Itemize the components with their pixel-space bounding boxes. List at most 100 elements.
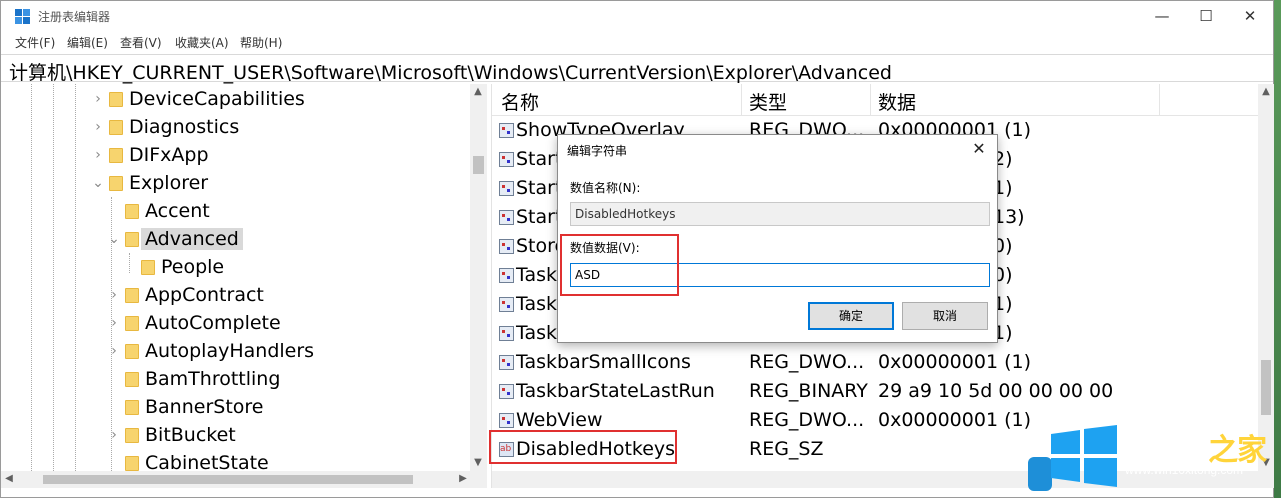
desktop-background — [1274, 0, 1281, 498]
dword-value-icon — [499, 181, 514, 196]
expand-chevron-icon[interactable] — [107, 393, 121, 421]
menu-help[interactable]: 帮助(H) — [237, 34, 285, 51]
folder-icon — [125, 372, 139, 387]
tree-item-devicecapabilities[interactable]: › DeviceCapabilities — [91, 85, 461, 113]
tree-item-accent[interactable]: Accent — [107, 197, 457, 225]
column-name-header[interactable]: 名称 — [501, 88, 539, 115]
maximize-button[interactable]: ☐ — [1183, 1, 1229, 32]
expand-chevron-icon[interactable] — [123, 253, 137, 281]
value-row[interactable]: TaskbarSmallIcons REG_DWO... 0x00000001 … — [492, 348, 1258, 377]
address-path[interactable]: 计算机\HKEY_CURRENT_USER\Software\Microsoft… — [9, 58, 892, 85]
tree-item-bannerstore[interactable]: BannerStore — [107, 393, 457, 421]
dword-value-icon — [499, 268, 514, 283]
minimize-button[interactable]: — — [1139, 1, 1185, 32]
value-data: 0x00000001 (1) — [878, 409, 1031, 431]
expand-chevron-icon[interactable]: › — [91, 85, 105, 113]
value-name: Start — [516, 177, 563, 199]
tree-item-bamthrottling[interactable]: BamThrottling — [107, 365, 457, 393]
value-name: TaskbarStateLastRun — [516, 380, 715, 402]
dword-value-icon — [499, 326, 514, 341]
folder-icon — [125, 288, 139, 303]
expand-chevron-icon[interactable]: › — [107, 281, 121, 309]
scroll-up-arrow-icon[interactable]: ▲ — [1258, 84, 1274, 100]
scroll-up-arrow-icon[interactable]: ▲ — [470, 84, 486, 100]
close-button[interactable]: ✕ — [1227, 1, 1273, 32]
dword-value-icon — [499, 297, 514, 312]
address-bar[interactable]: 计算机\HKEY_CURRENT_USER\Software\Microsoft… — [1, 54, 1273, 85]
tree-item-label: AutoplayHandlers — [145, 340, 315, 362]
expand-chevron-icon[interactable]: › — [91, 113, 105, 141]
title-bar[interactable]: 注册表编辑器 — ☐ ✕ — [1, 1, 1273, 32]
value-name-field[interactable] — [570, 202, 990, 226]
window-title: 注册表编辑器 — [38, 10, 111, 24]
highlight-box-value-name — [489, 430, 677, 464]
dialog-title: 编辑字符串 — [567, 144, 628, 158]
value-row[interactable]: TaskbarStateLastRun REG_BINARY 29 a9 10 … — [492, 377, 1258, 406]
ok-button[interactable]: 确定 — [808, 302, 894, 330]
tree-scroll-thumb[interactable] — [473, 156, 484, 174]
menu-file[interactable]: 文件(F) — [12, 34, 58, 51]
folder-icon — [125, 204, 139, 219]
tree-item-label: People — [161, 256, 225, 278]
tree-hscroll-thumb[interactable] — [43, 475, 413, 484]
folder-icon — [141, 260, 155, 275]
expand-chevron-icon[interactable] — [107, 449, 121, 471]
scroll-down-arrow-icon[interactable]: ▼ — [470, 455, 486, 471]
tree-item-cabinetstate[interactable]: CabinetState — [107, 449, 457, 471]
tree-horizontal-scrollbar[interactable]: ◀ ▶ — [1, 471, 487, 488]
tree-item-advanced[interactable]: ⌄ Advanced — [107, 225, 457, 253]
expand-chevron-icon[interactable]: › — [107, 421, 121, 449]
tree-item-label: Explorer — [129, 172, 209, 194]
tree-item-autocomplete[interactable]: › AutoComplete — [107, 309, 457, 337]
column-data-header[interactable]: 数据 — [878, 88, 916, 115]
folder-icon — [109, 92, 123, 107]
folder-icon — [109, 148, 123, 163]
tree-item-appcontract[interactable]: › AppContract — [107, 281, 457, 309]
dword-value-icon — [499, 123, 514, 138]
tree-vertical-scrollbar[interactable]: ▲ ▼ — [470, 84, 487, 471]
tree-item-explorer[interactable]: ⌄ Explorer — [91, 169, 461, 197]
values-scroll-thumb[interactable] — [1261, 360, 1271, 415]
collapse-chevron-icon[interactable]: ⌄ — [91, 169, 105, 197]
value-type: REG_DWO... — [749, 351, 865, 373]
value-name: Start — [516, 148, 563, 170]
tree-item-autoplayhandlers[interactable]: › AutoplayHandlers — [107, 337, 457, 365]
tree-item-label: DeviceCapabilities — [129, 88, 305, 110]
folder-icon — [109, 176, 123, 191]
folder-icon — [125, 316, 139, 331]
tree-item-bitbucket[interactable]: › BitBucket — [107, 421, 457, 449]
screen: 注册表编辑器 — ☐ ✕ 文件(F) 编辑(E) 查看(V) 收藏夹(A) 帮助… — [0, 0, 1281, 498]
tree-item-difxapp[interactable]: › DIFxApp — [91, 141, 461, 169]
expand-chevron-icon[interactable]: › — [107, 309, 121, 337]
tree-item-diagnostics[interactable]: › Diagnostics — [91, 113, 461, 141]
scroll-right-arrow-icon[interactable]: ▶ — [455, 471, 471, 487]
tree-item-label: BannerStore — [145, 396, 264, 418]
expand-chevron-icon[interactable]: › — [107, 337, 121, 365]
tree-item-label: Diagnostics — [129, 116, 240, 138]
expand-chevron-icon[interactable]: › — [91, 141, 105, 169]
tree-item-people[interactable]: People — [123, 253, 453, 281]
cancel-button[interactable]: 取消 — [902, 302, 988, 330]
regedit-app-icon — [15, 9, 30, 24]
scroll-left-arrow-icon[interactable]: ◀ — [1, 471, 17, 487]
expand-chevron-icon[interactable] — [107, 197, 121, 225]
dword-value-icon — [499, 355, 514, 370]
collapse-chevron-icon[interactable]: ⌄ — [107, 225, 121, 253]
expand-chevron-icon[interactable] — [107, 365, 121, 393]
value-type: REG_SZ — [749, 438, 824, 460]
value-name: TaskbarSmallIcons — [516, 351, 691, 373]
menu-favorites[interactable]: 收藏夹(A) — [172, 34, 232, 51]
value-data: 0x00000001 (1) — [878, 351, 1031, 373]
menu-view[interactable]: 查看(V) — [117, 34, 165, 51]
tree-item-label: AutoComplete — [145, 312, 281, 334]
dword-value-icon — [499, 239, 514, 254]
windows-logo-icon — [1051, 425, 1117, 487]
menu-edit[interactable]: 编辑(E) — [64, 34, 111, 51]
tree-item-label: BitBucket — [145, 424, 236, 446]
dword-value-icon — [499, 152, 514, 167]
dialog-close-icon[interactable]: ✕ — [961, 135, 997, 163]
dword-value-icon — [499, 413, 514, 428]
menu-bar: 文件(F) 编辑(E) 查看(V) 收藏夹(A) 帮助(H) — [1, 32, 1273, 54]
highlight-box-value-data — [560, 234, 679, 296]
column-type-header[interactable]: 类型 — [749, 88, 787, 115]
